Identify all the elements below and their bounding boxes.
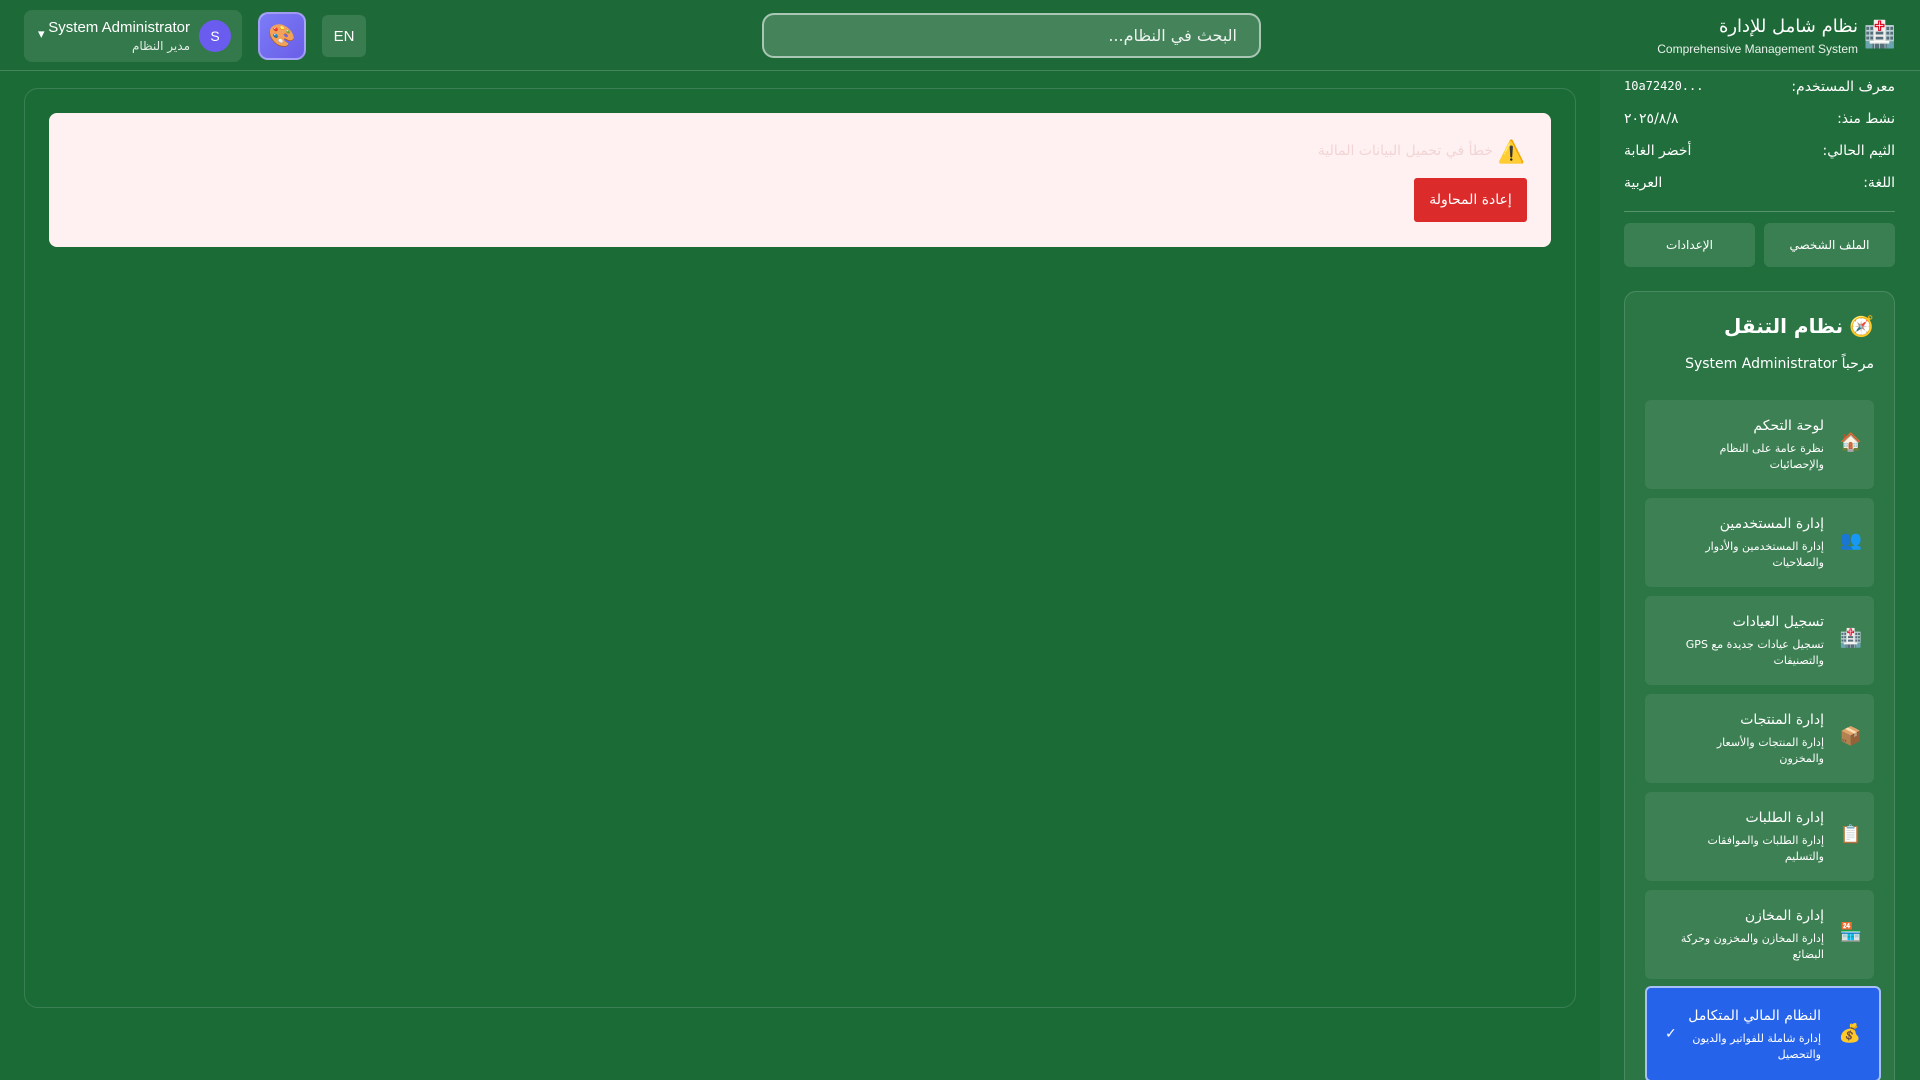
info-row-theme: الثيم الحالي: أخضر الغابة bbox=[1624, 143, 1895, 167]
info-value: العربية bbox=[1624, 175, 1663, 191]
settings-button[interactable]: الإعدادات bbox=[1624, 223, 1755, 267]
nav-item-desc: إدارة الطلبات والموافقات والتسليم bbox=[1707, 834, 1824, 863]
search-input[interactable] bbox=[762, 13, 1261, 58]
nav-title-text: نظام التنقل bbox=[1724, 314, 1844, 338]
nav-item-users[interactable]: 👥 إدارة المستخدمين إدارة المستخدمين والأ… bbox=[1645, 498, 1874, 587]
nav-item-label: إدارة الطلبات bbox=[1745, 810, 1824, 826]
info-row-active-since: نشط منذ: ٢٠٢٥/٨/٨ bbox=[1624, 111, 1895, 135]
store-icon: 🏪 bbox=[1839, 922, 1862, 943]
app-subtitle: Comprehensive Management System bbox=[1657, 42, 1858, 56]
warning-icon: ⚠️ bbox=[1497, 140, 1525, 165]
nav-item-clinics[interactable]: 🏥 تسجيل العيادات تسجيل عيادات جديدة مع G… bbox=[1645, 596, 1874, 685]
users-icon: 👥 bbox=[1839, 530, 1862, 551]
nav-item-label: النظام المالي المتكامل bbox=[1688, 1008, 1821, 1024]
user-menu[interactable]: ▾ System Administrator مدير النظام S bbox=[24, 10, 242, 62]
clipboard-icon: 📋 bbox=[1839, 824, 1862, 845]
user-role: مدير النظام bbox=[131, 39, 190, 53]
info-label: اللغة: bbox=[1863, 175, 1895, 191]
welcome-text: مرحباً System Administrator bbox=[1685, 356, 1874, 372]
compass-icon: 🧭 bbox=[1849, 314, 1874, 338]
user-name: System Administrator bbox=[48, 19, 190, 36]
nav-item-label: إدارة المستخدمين bbox=[1719, 516, 1824, 532]
nav-item-desc: نظرة عامة على النظام والإحصائيات bbox=[1719, 442, 1824, 471]
info-row-user-id: معرف المستخدم: ...10a72420 bbox=[1624, 79, 1895, 103]
nav-item-dashboard[interactable]: 🏠 لوحة التحكم نظرة عامة على النظام والإح… bbox=[1645, 400, 1874, 489]
navigation-card: 🧭نظام التنقل مرحباً System Administrator… bbox=[1624, 291, 1895, 1080]
info-value: ...10a72420 bbox=[1624, 79, 1704, 93]
profile-button[interactable]: الملف الشخصي bbox=[1764, 223, 1895, 267]
info-row-language: اللغة: العربية bbox=[1624, 175, 1895, 199]
nav-item-label: لوحة التحكم bbox=[1753, 418, 1824, 434]
home-icon: 🏠 bbox=[1839, 432, 1862, 453]
nav-item-desc: إدارة المخازن والمخزون وحركة البضائع bbox=[1680, 932, 1824, 961]
info-value: ٢٠٢٥/٨/٨ bbox=[1624, 111, 1679, 127]
info-label: معرف المستخدم: bbox=[1791, 79, 1895, 95]
info-label: نشط منذ: bbox=[1837, 111, 1895, 127]
nav-item-label: تسجيل العيادات bbox=[1732, 614, 1824, 630]
retry-button[interactable]: إعادة المحاولة bbox=[1414, 178, 1527, 222]
nav-item-label: إدارة المنتجات bbox=[1740, 712, 1824, 728]
nav-item-desc: إدارة المنتجات والأسعار والمخزون bbox=[1716, 736, 1824, 765]
nav-title: 🧭نظام التنقل bbox=[1724, 314, 1874, 338]
nav-item-label: إدارة المخازن bbox=[1744, 908, 1824, 924]
error-message: خطأ في تحميل البيانات المالية bbox=[1317, 143, 1493, 159]
nav-item-warehouses[interactable]: 🏪 إدارة المخازن إدارة المخازن والمخزون و… bbox=[1645, 890, 1874, 979]
package-icon: 📦 bbox=[1839, 726, 1862, 747]
info-label: الثيم الحالي: bbox=[1822, 143, 1895, 159]
nav-item-orders[interactable]: 📋 إدارة الطلبات إدارة الطلبات والموافقات… bbox=[1645, 792, 1874, 881]
info-value: أخضر الغابة bbox=[1624, 143, 1692, 159]
nav-item-desc: تسجيل عيادات جديدة مع GPS والتصنيفات bbox=[1685, 638, 1824, 667]
nav-item-desc: إدارة شاملة للفواتير والديون والتحصيل bbox=[1692, 1032, 1821, 1061]
money-bag-icon: 💰 bbox=[1838, 1023, 1861, 1044]
check-icon: ✓ bbox=[1665, 1026, 1677, 1042]
theme-picker-button[interactable]: 🎨 bbox=[258, 12, 306, 60]
app-title: نظام شامل للإدارة bbox=[1718, 16, 1858, 37]
nav-item-desc: إدارة المستخدمين والأدوار والصلاحيات bbox=[1705, 540, 1824, 569]
palette-icon: 🎨 bbox=[268, 23, 296, 49]
sidebar: معرف المستخدم: ...10a72420 نشط منذ: ٢٠٢٥… bbox=[1600, 71, 1920, 1080]
error-alert: ⚠️ خطأ في تحميل البيانات المالية إعادة ا… bbox=[49, 113, 1551, 247]
language-toggle-button[interactable]: EN bbox=[322, 15, 366, 57]
chevron-down-icon[interactable]: ▾ bbox=[38, 27, 45, 42]
hospital-icon: 🏥 bbox=[1839, 628, 1862, 649]
avatar[interactable]: S bbox=[199, 20, 231, 52]
main-content-panel: ⚠️ خطأ في تحميل البيانات المالية إعادة ا… bbox=[24, 88, 1576, 1008]
hospital-icon: 🏥 bbox=[1863, 20, 1896, 50]
top-header: ▾ System Administrator مدير النظام S 🎨 E… bbox=[0, 0, 1920, 71]
divider bbox=[1624, 211, 1895, 212]
nav-item-products[interactable]: 📦 إدارة المنتجات إدارة المنتجات والأسعار… bbox=[1645, 694, 1874, 783]
nav-item-finance[interactable]: 💰 النظام المالي المتكامل إدارة شاملة للف… bbox=[1645, 986, 1881, 1080]
